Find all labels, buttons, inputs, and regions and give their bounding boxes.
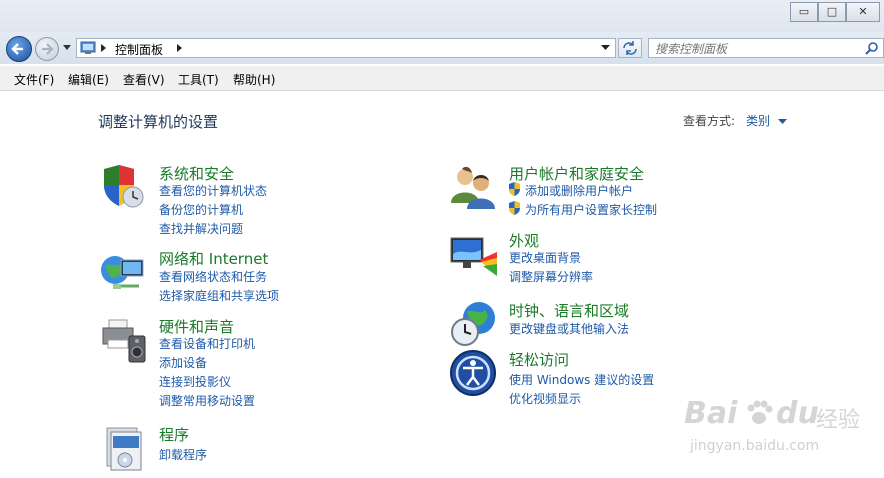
link-change-keyboard[interactable]: 更改键盘或其他输入法 <box>509 320 629 337</box>
forward-button[interactable] <box>35 37 59 61</box>
menu-file[interactable]: 文件(F) <box>14 71 54 88</box>
link-recommended-settings[interactable]: 使用 Windows 建议的设置 <box>509 371 654 388</box>
category-title-appearance[interactable]: 外观 <box>509 230 539 251</box>
link-homegroup-sharing[interactable]: 选择家庭组和共享选项 <box>159 287 279 304</box>
menu-help[interactable]: 帮助(H) <box>233 71 275 88</box>
link-troubleshoot[interactable]: 查找并解决问题 <box>159 220 243 237</box>
users-icon[interactable] <box>449 163 499 213</box>
menu-view[interactable]: 查看(V) <box>123 71 165 88</box>
menu-tools[interactable]: 工具(T) <box>178 71 219 88</box>
link-backup-computer[interactable]: 备份您的计算机 <box>159 201 243 218</box>
view-by-label: 查看方式: <box>683 114 736 128</box>
category-title-system-security[interactable]: 系统和安全 <box>159 163 234 184</box>
ease-of-access-icon[interactable] <box>449 349 499 399</box>
breadcrumb-item-control-panel[interactable]: 控制面板 <box>115 41 163 58</box>
uac-shield-icon <box>509 182 520 196</box>
link-view-computer-status[interactable]: 查看您的计算机状态 <box>159 182 267 199</box>
address-toolbar: 控制面板 <box>0 32 884 64</box>
page-title: 调整计算机的设置 <box>98 113 219 131</box>
chevron-down-icon[interactable] <box>777 119 787 125</box>
monitor-palette-icon[interactable] <box>449 230 499 280</box>
main-content: 调整计算机的设置 查看方式: 类别 系统和安全 查看您的计算机状态 备份您的计算… <box>0 91 884 478</box>
search-input[interactable] <box>653 40 857 58</box>
category-title-network-internet[interactable]: 网络和 Internet <box>159 248 268 269</box>
link-mobility-settings[interactable]: 调整常用移动设置 <box>159 392 255 409</box>
breadcrumb[interactable]: 控制面板 <box>76 38 616 58</box>
programs-icon[interactable] <box>99 424 149 474</box>
view-by-value[interactable]: 类别 <box>746 114 770 128</box>
minimize-button[interactable]: ▭ <box>790 2 818 22</box>
breadcrumb-chevron-icon <box>101 44 106 52</box>
menu-edit[interactable]: 编辑(E) <box>68 71 109 88</box>
category-title-clock-language-region[interactable]: 时钟、语言和区域 <box>509 300 629 321</box>
baidu-jingyan-watermark: Bai du 经验 jingyan.baidu.com <box>684 394 874 464</box>
link-add-device[interactable]: 添加设备 <box>159 354 207 371</box>
link-uninstall-program[interactable]: 卸载程序 <box>159 446 207 463</box>
watermark-url: jingyan.baidu.com <box>690 438 820 454</box>
link-change-background[interactable]: 更改桌面背景 <box>509 249 581 266</box>
view-by-dropdown[interactable]: 类别 <box>746 112 787 129</box>
category-title-user-accounts[interactable]: 用户帐户和家庭安全 <box>509 163 644 184</box>
category-title-ease-of-access[interactable]: 轻松访问 <box>509 349 569 370</box>
network-globe-icon[interactable] <box>99 248 149 298</box>
category-title-hardware-sound[interactable]: 硬件和声音 <box>159 316 234 337</box>
printer-speaker-icon[interactable] <box>99 316 149 366</box>
recent-pages-dropdown-icon[interactable] <box>62 44 72 52</box>
forward-arrow-icon <box>42 43 54 55</box>
shield-clock-icon[interactable] <box>99 163 149 213</box>
breadcrumb-chevron-icon[interactable] <box>177 44 183 52</box>
menu-bar: 文件(F) 编辑(E) 查看(V) 工具(T) 帮助(H) <box>0 66 884 91</box>
address-history-dropdown-icon[interactable] <box>601 45 610 51</box>
refresh-icon <box>623 41 637 55</box>
link-connect-projector[interactable]: 连接到投影仪 <box>159 373 231 390</box>
link-devices-printers[interactable]: 查看设备和打印机 <box>159 335 255 352</box>
watermark-brand: Bai <box>684 396 738 431</box>
back-button[interactable] <box>6 36 32 62</box>
search-box[interactable] <box>648 38 884 58</box>
window-titlebar: ▭ □ ✕ <box>0 0 884 33</box>
refresh-button[interactable] <box>618 38 642 58</box>
link-add-remove-accounts[interactable]: 添加或删除用户帐户 <box>525 182 633 199</box>
link-parental-controls[interactable]: 为所有用户设置家长控制 <box>525 201 657 218</box>
link-screen-resolution[interactable]: 调整屏幕分辨率 <box>509 268 593 285</box>
clock-globe-icon[interactable] <box>449 300 499 350</box>
close-button[interactable]: ✕ <box>846 2 880 22</box>
maximize-button[interactable]: □ <box>818 2 846 22</box>
link-network-status[interactable]: 查看网络状态和任务 <box>159 268 267 285</box>
category-title-programs[interactable]: 程序 <box>159 424 189 445</box>
paw-icon <box>747 400 773 424</box>
back-arrow-icon <box>11 43 23 55</box>
control-panel-icon <box>80 41 96 54</box>
link-optimize-display[interactable]: 优化视频显示 <box>509 390 581 407</box>
watermark-brand-2: du <box>776 396 819 431</box>
uac-shield-icon <box>509 201 520 215</box>
search-icon[interactable] <box>865 41 879 55</box>
watermark-suffix: 经验 <box>816 408 861 433</box>
